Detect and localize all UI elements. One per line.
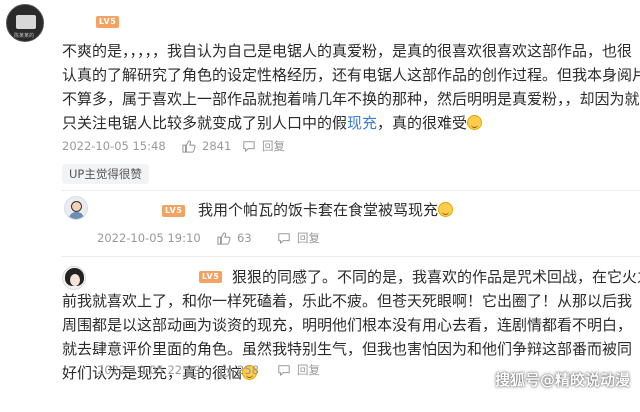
reply-button[interactable]: 回复 [242, 138, 285, 154]
divider [62, 190, 640, 191]
source-watermark: 搜狐号@精皎说动漫 [494, 371, 630, 389]
author-liked-tag: UP主觉得很赞 [62, 164, 149, 184]
comment-text-segment: ，真的很难受 [377, 114, 468, 132]
comment-line: 不爽的是，，，，，我自认为自己是电锯人的真爱粉，是真的很喜欢很喜欢这部作品，也很 [62, 42, 633, 60]
comment-line: 不算多，属于喜欢上一部作品就抱着啃几年不换的那种，然后明明是真爱粉，，却因为就 [62, 90, 640, 108]
reply-meta: 2022-10-05 22:29 258 回复 [97, 362, 320, 378]
comment-text-segment: 只关注电锯人比较多就变成了别人口中的假 [62, 114, 348, 132]
like-count: 2841 [202, 139, 232, 153]
reply-timestamp: 2022-10-05 22:29 [97, 363, 201, 377]
like-count: 258 [237, 363, 259, 377]
avatar-caption: 陈某某的 [14, 33, 35, 39]
reply-bubble-icon [278, 232, 290, 244]
reply-button[interactable]: 回复 [277, 230, 320, 246]
like-count: 63 [237, 231, 252, 245]
like-button[interactable]: 2841 [182, 139, 232, 153]
comment-line: 狠狠的同感了。不同的是，我喜欢的作品是咒术回战，在它火之 [232, 268, 640, 286]
like-button[interactable]: 258 [217, 363, 267, 377]
level-badge: LV5 [96, 16, 120, 28]
keyword-link[interactable]: 现充 [408, 201, 438, 219]
grin-emoji-icon [438, 202, 454, 217]
avatar-card-image [16, 15, 36, 29]
reply-meta: 2022-10-05 19:10 63 回复 [97, 230, 320, 246]
sad-smile-emoji-icon [467, 115, 483, 130]
thumbs-up-icon [182, 139, 196, 153]
thumbs-up-icon [217, 231, 231, 245]
level-badge: LV5 [162, 205, 186, 217]
divider [62, 256, 640, 257]
reply-label: 回复 [297, 231, 320, 245]
comment-line-last: 只关注电锯人比较多就变成了别人口中的假现充，真的很难受 [62, 111, 634, 135]
main-comment-text: 不爽的是，，，，，我自认为自己是电锯人的真爱粉，是真的很喜欢很喜欢这部作品，也很… [62, 39, 640, 135]
reply-bubble-icon [243, 140, 255, 152]
comment-line: 就去肆意评价里面的角色。虽然我特别生气，但我也害怕因为和他们争辩这部番而被同 [62, 340, 633, 358]
reply-button[interactable]: 回复 [277, 362, 320, 378]
thumbs-up-icon [217, 363, 231, 377]
reply-avatar[interactable] [64, 196, 88, 220]
reply-text: 我用个帕瓦的饭卡套在食堂被骂现充 [198, 198, 454, 222]
comment-line: 周围都是以这部动画为谈资的现充，明明他们根本没有用心去看，连剧情都看不明白， [62, 316, 633, 334]
comment-text-segment: 我用个帕瓦的饭卡套在食堂被骂 [198, 201, 409, 219]
commenter-avatar[interactable]: 陈某某的 [6, 4, 44, 42]
reply-bubble-icon [278, 364, 290, 376]
reply-label: 回复 [262, 139, 285, 153]
comment-meta: 2022-10-05 15:48 2841 回复 [62, 138, 285, 154]
comment-line: 前我就喜欢上了，和你一样死磕着，乐此不疲。但苍天死眼啊！它出圈了！从那以后我 [62, 292, 633, 310]
like-button[interactable]: 63 [217, 231, 267, 245]
avatar-body [69, 212, 84, 219]
reply-label: 回复 [297, 363, 320, 377]
avatar-face [71, 201, 82, 212]
reply-timestamp: 2022-10-05 19:10 [97, 231, 201, 245]
comment-timestamp: 2022-10-05 15:48 [62, 139, 166, 153]
comment-line: 认真的了解研究了角色的设定性格经历，还有电锯人这部作品的创作过程。但我本身阅片量 [62, 66, 640, 84]
keyword-link[interactable]: 现充 [347, 114, 377, 132]
